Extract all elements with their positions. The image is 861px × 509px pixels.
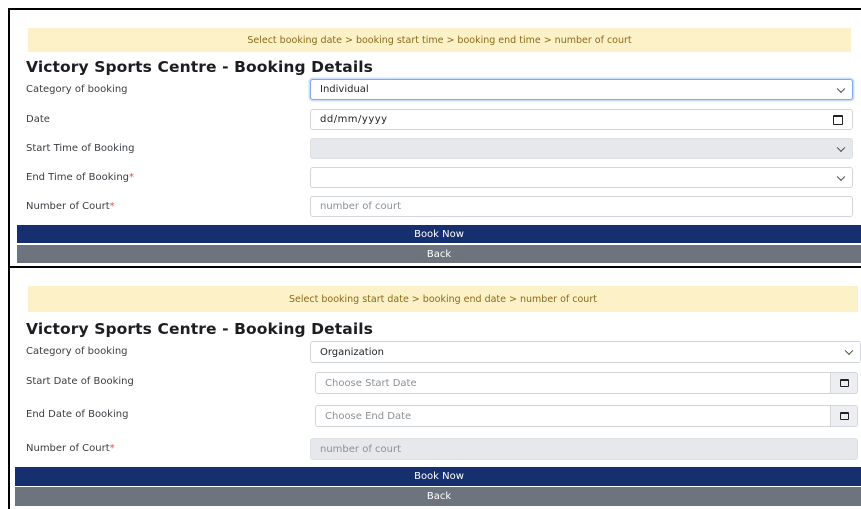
required-mark: * — [129, 172, 135, 183]
start-date-label: Start Date of Booking — [26, 376, 134, 387]
start-date-placeholder: Choose Start Date — [325, 377, 417, 389]
calendar-icon — [839, 412, 849, 420]
courts-label-text: Number of Court — [26, 201, 110, 212]
chevron-down-icon — [836, 143, 846, 152]
category-select-value: Individual — [320, 84, 369, 95]
calendar-icon[interactable] — [833, 114, 843, 125]
category-select[interactable]: Organization — [310, 341, 861, 363]
courts-label-text: Number of Court — [26, 443, 110, 454]
date-label: Date — [26, 114, 50, 125]
end-time-label: End Time of Booking* — [26, 172, 134, 183]
chevron-down-icon — [836, 172, 846, 181]
instruction-notice: Select booking date > booking start time… — [28, 28, 851, 52]
required-mark: * — [109, 201, 115, 212]
end-date-label: End Date of Booking — [26, 409, 129, 420]
category-select[interactable]: Individual — [310, 79, 853, 100]
category-label: Category of booking — [26, 346, 128, 357]
page-title: Victory Sports Centre - Booking Details — [26, 320, 373, 338]
start-date-picker-button[interactable] — [831, 372, 858, 394]
date-input[interactable]: dd/mm/yyyy — [310, 109, 853, 130]
chevron-down-icon — [844, 346, 854, 356]
organization-booking-panel: Select booking start date > booking end … — [8, 266, 861, 509]
book-now-button[interactable]: Book Now — [17, 225, 861, 243]
end-time-label-text: End Time of Booking — [26, 172, 130, 183]
end-date-picker-button[interactable] — [831, 405, 858, 427]
instruction-notice: Select booking start date > booking end … — [28, 286, 858, 312]
required-mark: * — [109, 443, 115, 454]
category-label: Category of booking — [26, 84, 128, 95]
book-now-button[interactable]: Book Now — [15, 467, 861, 486]
courts-input-placeholder: number of court — [320, 201, 402, 212]
end-time-select[interactable] — [310, 167, 853, 188]
end-date-placeholder: Choose End Date — [325, 410, 412, 422]
courts-input[interactable]: number of court — [310, 438, 858, 460]
start-time-select[interactable] — [310, 138, 853, 159]
start-date-input[interactable]: Choose Start Date — [315, 372, 831, 394]
courts-label: Number of Court* — [26, 201, 115, 212]
end-date-input[interactable]: Choose End Date — [315, 405, 831, 427]
back-button[interactable]: Back — [15, 487, 861, 506]
date-input-value: dd/mm/yyyy — [320, 114, 388, 125]
category-select-value: Organization — [320, 346, 384, 358]
courts-label: Number of Court* — [26, 443, 115, 454]
page-title: Victory Sports Centre - Booking Details — [26, 58, 373, 76]
individual-booking-panel: Select booking date > booking start time… — [8, 8, 861, 266]
courts-input-placeholder: number of court — [320, 443, 402, 455]
back-button[interactable]: Back — [17, 245, 861, 263]
chevron-down-icon — [836, 84, 846, 93]
calendar-icon — [839, 379, 849, 387]
courts-input[interactable]: number of court — [310, 196, 853, 217]
start-time-label: Start Time of Booking — [26, 143, 135, 154]
